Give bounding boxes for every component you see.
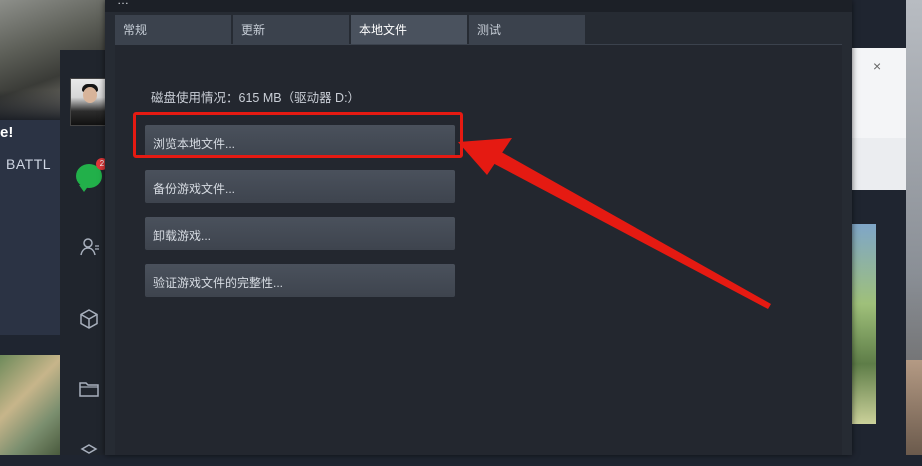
annotation-arrow — [458, 138, 771, 309]
annotation-arrow-shaft — [487, 149, 771, 309]
